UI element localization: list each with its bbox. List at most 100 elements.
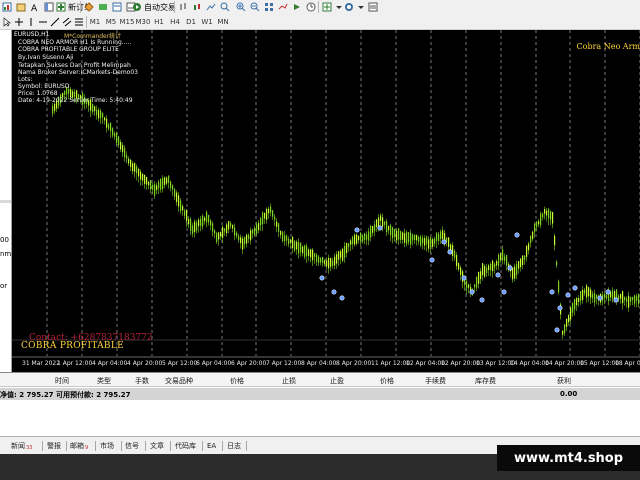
timeframe-d1[interactable]: D1 <box>184 16 198 28</box>
info-line: Tetapkan Sukses Dan Profit Melimpah <box>18 62 131 69</box>
candle-body <box>586 285 588 298</box>
line-chart-icon[interactable] <box>206 2 216 12</box>
timeframe-m1[interactable]: M1 <box>88 16 102 28</box>
col-symbol[interactable]: 交易品种 <box>165 376 193 386</box>
candle-body <box>228 221 230 230</box>
candle-body <box>404 233 406 243</box>
dropdown-arrow-icon[interactable] <box>356 2 366 12</box>
col-stop-loss[interactable]: 止损 <box>282 376 296 386</box>
timeframe-m15[interactable]: M15 <box>119 16 135 28</box>
candle-body <box>120 142 122 150</box>
tab-signals[interactable]: 信号 <box>125 440 139 452</box>
col-price[interactable]: 价格 <box>230 376 244 386</box>
ea-title: Cobra Neo Arm <box>576 42 640 51</box>
timeframe-m30[interactable]: M30 <box>135 16 151 28</box>
info-line: Nama Broker Server:ICMarkets-Demo03 <box>18 69 138 76</box>
magnifier-icon[interactable] <box>220 2 230 12</box>
col-type[interactable]: 类型 <box>97 376 111 386</box>
tab-market[interactable]: 市场 <box>100 440 114 452</box>
candle-body <box>322 256 324 263</box>
timeframe-h4[interactable]: H4 <box>168 16 182 28</box>
fibonacci-icon[interactable] <box>74 17 84 27</box>
cursor-icon[interactable] <box>2 17 12 27</box>
navigator-icon[interactable] <box>112 2 122 12</box>
col-profit[interactable]: 获利 <box>557 376 571 386</box>
candle-body <box>346 242 348 254</box>
ea-brand-text: COBRA PROFITABLE <box>21 341 124 351</box>
col-take-profit[interactable]: 止盈 <box>330 376 344 386</box>
add-chart-icon[interactable] <box>2 2 12 12</box>
candle-body <box>534 224 536 233</box>
indicators-icon[interactable] <box>322 2 332 12</box>
timeframe-m5[interactable]: M5 <box>104 16 118 28</box>
font-icon[interactable]: A <box>30 2 40 14</box>
candle-body <box>434 238 436 244</box>
candle-body <box>402 232 404 240</box>
market-watch-icon[interactable] <box>84 2 94 12</box>
tab-experts[interactable]: EA <box>207 440 216 452</box>
col-lots[interactable]: 手数 <box>135 376 149 386</box>
tab-news[interactable]: 新闻 33 <box>11 440 32 452</box>
panel-divider[interactable] <box>0 200 11 203</box>
vertical-line-icon[interactable] <box>26 17 36 27</box>
col-current-price[interactable]: 价格 <box>380 376 394 386</box>
candle-body <box>116 132 118 144</box>
objects-icon[interactable] <box>344 2 354 12</box>
autoscroll-icon[interactable] <box>292 2 302 12</box>
dropdown-arrow-icon[interactable] <box>334 2 344 12</box>
channel-icon[interactable] <box>62 17 72 27</box>
tab-journal[interactable]: 日志 <box>227 440 241 452</box>
news-count-badge: 33 <box>26 444 33 451</box>
period-icon[interactable] <box>306 2 316 12</box>
candle-body <box>198 219 200 227</box>
timeframe-h1[interactable]: H1 <box>152 16 166 28</box>
timeframe-mn[interactable]: MN <box>216 16 230 28</box>
candle-body <box>176 192 178 203</box>
candle-body <box>282 232 284 242</box>
profiles-icon[interactable] <box>16 2 26 12</box>
tab-code-base[interactable]: 代码库 <box>175 440 196 452</box>
candle-body <box>138 168 140 177</box>
candle-body <box>290 239 292 243</box>
zoom-out-icon[interactable] <box>250 2 260 12</box>
time-axis-label: 6 Apr 04:00 <box>196 360 232 367</box>
candle-body <box>208 215 210 223</box>
bar-chart-icon[interactable] <box>178 2 188 12</box>
candle-body <box>412 234 414 241</box>
candle-body <box>448 237 450 247</box>
candle-body <box>232 225 234 229</box>
col-time[interactable]: 时间 <box>55 376 69 386</box>
crosshair-icon[interactable] <box>14 17 24 27</box>
auto-trading-button[interactable]: 自动交易 <box>132 1 176 13</box>
trendline-icon[interactable] <box>50 17 60 27</box>
candle-body <box>124 147 126 158</box>
col-swap[interactable]: 库存费 <box>475 376 496 386</box>
candle-body <box>180 200 182 211</box>
tab-alerts[interactable]: 警报 <box>47 440 61 452</box>
tab-mailbox[interactable]: 邮箱 9 <box>70 440 88 452</box>
col-commission[interactable]: 手续费 <box>425 376 446 386</box>
tab-articles[interactable]: 文章 <box>150 440 164 452</box>
candle-body <box>182 206 184 211</box>
candle-body <box>132 163 134 172</box>
signal-marker <box>319 275 325 281</box>
timeframe-w1[interactable]: W1 <box>200 16 214 28</box>
candle-body <box>310 249 312 258</box>
zoom-in-icon[interactable] <box>236 2 246 12</box>
templates-icon[interactable] <box>368 2 378 12</box>
candle-body <box>236 232 238 237</box>
tile-windows-icon[interactable] <box>264 2 274 12</box>
price-chart[interactable]: EURUSD,H1 M*Commander统计 COBRA NEO ARMOR … <box>12 30 640 372</box>
toggle-panel-icon[interactable] <box>44 2 54 12</box>
candlestick-icon[interactable] <box>192 2 202 12</box>
candle-body <box>294 241 296 251</box>
candle-body <box>106 118 108 128</box>
candle-body <box>348 243 350 248</box>
time-axis-label: 12 Apr 20:00 <box>441 360 481 367</box>
horizontal-line-icon[interactable] <box>38 17 48 27</box>
chart-shift-icon[interactable] <box>278 2 288 12</box>
time-axis-label: 6 Apr 20:00 <box>231 360 267 367</box>
candle-body <box>440 231 442 239</box>
data-window-icon[interactable] <box>98 2 108 12</box>
candle-body <box>216 233 218 242</box>
